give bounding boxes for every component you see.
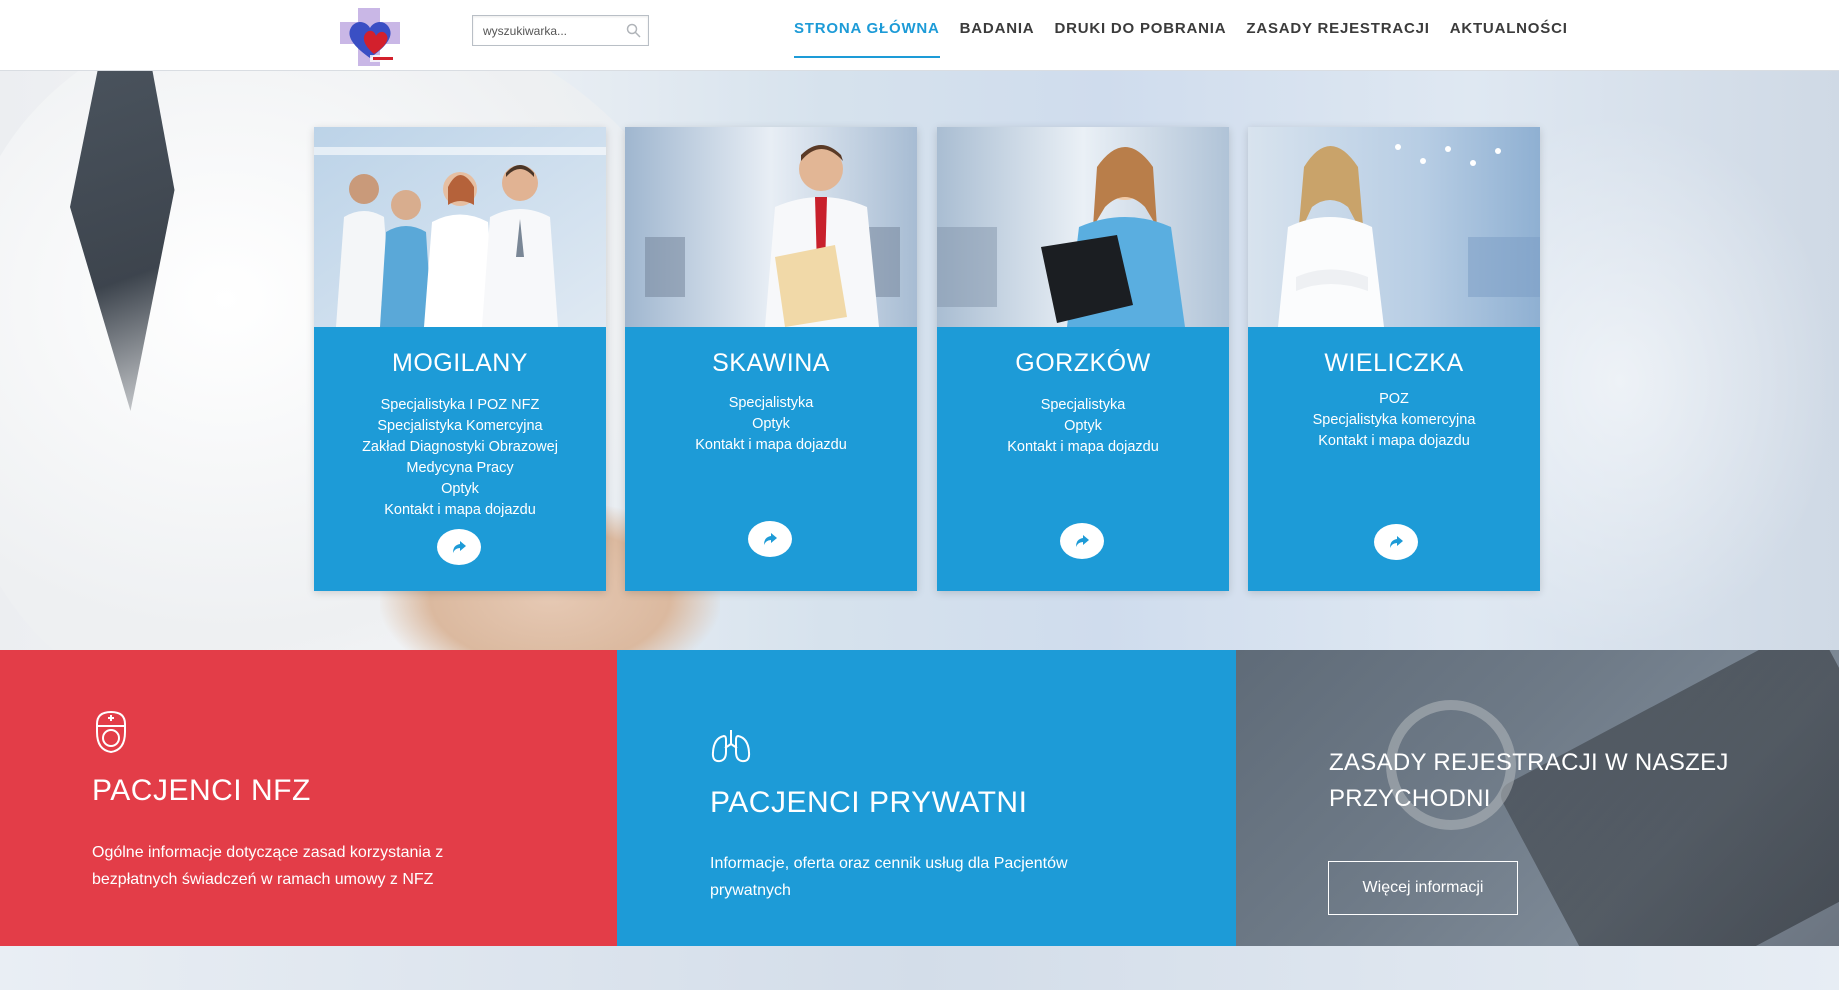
card-link[interactable]: Specjalistyka [937,395,1229,416]
share-arrow-icon [764,533,777,545]
card-go-button[interactable] [1060,523,1104,559]
clinic-card-mogilany: MOGILANY Specjalistyka I POZ NFZ Specjal… [314,127,606,591]
card-go-button[interactable] [1374,524,1418,560]
card-link[interactable]: Specjalistyka komercyjna [1248,410,1540,431]
card-link[interactable]: Kontakt i mapa dojazdu [937,437,1229,458]
panel-description-line: bezpłatnych świadczeń w ramach umowy z N… [92,871,434,888]
panel-description-line: Informacje, oferta oraz cennik usług dla… [710,855,1068,872]
panel-description-line: prywatnych [710,882,791,899]
clinic-cards: MOGILANY Specjalistyka I POZ NFZ Specjal… [314,127,1540,591]
card-link[interactable]: Specjalistyka I POZ NFZ [314,395,606,416]
lungs-icon [710,728,752,769]
nav-item-zasady[interactable]: ZASADY REJESTRACJI [1246,0,1429,58]
panel-description-line: Ogólne informacje dotyczące zasad korzys… [92,844,444,861]
share-arrow-icon [1076,535,1089,547]
card-link[interactable]: POZ [1248,389,1540,410]
card-title: WIELICZKA [1324,349,1464,377]
card-go-button[interactable] [748,521,792,557]
card-title: GORZKÓW [1015,349,1151,377]
card-link[interactable]: Zakład Diagnostyki Obrazowej [314,437,606,458]
panel-nfz-patients[interactable]: PACJENCI NFZ Ogólne informacje dotyczące… [0,650,617,946]
card-link[interactable]: Optyk [625,414,917,435]
more-info-button[interactable]: Więcej informacji [1328,861,1518,915]
card-link[interactable]: Optyk [314,479,606,500]
nav-item-aktualnosci[interactable]: AKTUALNOŚCI [1450,0,1568,58]
panel-description: Informacje, oferta oraz cennik usług dla… [710,850,1068,904]
nav-item-badania[interactable]: BADANIA [960,0,1035,58]
card-photo-nurse [937,127,1229,327]
card-photo-doctor [625,127,917,327]
share-arrow-icon [1390,536,1403,548]
card-link[interactable]: Kontakt i mapa dojazdu [1248,431,1540,452]
panel-private-patients[interactable]: PACJENCI PRYWATNI Informacje, oferta ora… [617,650,1236,946]
site-header: STRONA GŁÓWNA BADANIA DRUKI DO POBRANIA … [0,0,1839,71]
search-box [472,15,649,46]
panel-title: ZASADY REJESTRACJI W NASZEJ PRZYCHODNI [1329,749,1729,812]
card-link-list: POZ Specjalistyka komercyjna Kontakt i m… [1248,389,1540,452]
card-link[interactable]: Kontakt i mapa dojazdu [314,500,606,521]
card-title: SKAWINA [712,349,830,377]
card-photo-team [314,127,606,327]
card-title: MOGILANY [392,349,528,377]
card-link-list: Specjalistyka I POZ NFZ Specjalistyka Ko… [314,395,606,521]
panel-title: PACJENCI NFZ [92,774,311,807]
search-icon[interactable] [626,23,641,38]
share-arrow-icon [453,541,466,553]
card-go-button[interactable] [437,529,481,565]
panel-title: PACJENCI PRYWATNI [710,786,1028,819]
clinic-card-skawina: SKAWINA Specjalistyka Optyk Kontakt i ma… [625,127,917,591]
nav-item-druki[interactable]: DRUKI DO POBRANIA [1054,0,1226,58]
nav-item-home[interactable]: STRONA GŁÓWNA [794,0,940,58]
panel-registration-rules: ZASADY REJESTRACJI W NASZEJ PRZYCHODNI W… [1236,650,1839,946]
card-link[interactable]: Medycyna Pracy [314,458,606,479]
search-input[interactable] [473,16,623,45]
clinic-card-gorzkow: GORZKÓW Specjalistyka Optyk Kontakt i ma… [937,127,1229,591]
card-link[interactable]: Specjalistyka [625,393,917,414]
footer-background-strip [0,946,1839,990]
card-link-list: Specjalistyka Optyk Kontakt i mapa dojaz… [937,395,1229,458]
clinic-card-wieliczka: WIELICZKA POZ Specjalistyka komercyjna K… [1248,127,1540,591]
panel-description: Ogólne informacje dotyczące zasad korzys… [92,839,443,893]
card-link[interactable]: Specjalistyka Komercyjna [314,416,606,437]
card-link[interactable]: Kontakt i mapa dojazdu [625,435,917,456]
card-photo-doctor-woman [1248,127,1540,327]
card-link[interactable]: Optyk [937,416,1229,437]
card-link-list: Specjalistyka Optyk Kontakt i mapa dojaz… [625,393,917,456]
main-nav: STRONA GŁÓWNA BADANIA DRUKI DO POBRANIA … [794,0,1588,71]
heart-cross-logo[interactable] [340,8,400,66]
nurse-icon [92,710,130,759]
